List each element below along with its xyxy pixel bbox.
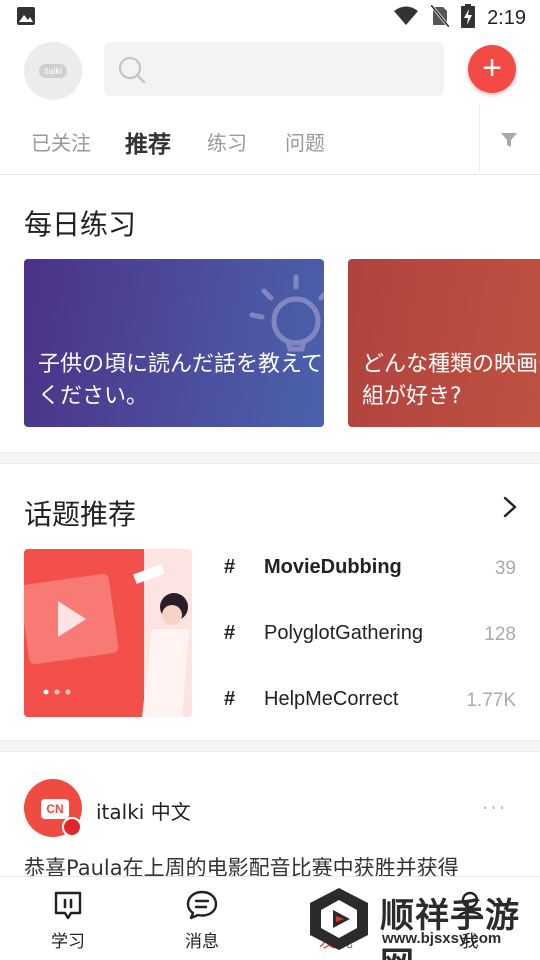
topic-item[interactable]: # HelpMeCorrect 1.77K bbox=[224, 688, 524, 718]
practice-card-text: 子供の頃に読んだ話を教えてください。 bbox=[38, 352, 323, 409]
nav-label: 学习 bbox=[51, 932, 85, 952]
profile-avatar[interactable]: italki bbox=[24, 42, 82, 100]
tab-following[interactable]: 已关注 bbox=[31, 127, 91, 156]
no-sim-icon bbox=[429, 4, 451, 31]
topic-banner-image[interactable] bbox=[24, 549, 192, 717]
tab-recommended[interactable]: 推荐 bbox=[125, 125, 171, 159]
tab-divider bbox=[479, 105, 480, 173]
chevron-right-icon[interactable] bbox=[502, 496, 518, 522]
topic-name: PolyglotGathering bbox=[264, 622, 423, 644]
wifi-icon bbox=[393, 6, 419, 30]
practice-card-text: どんな種類の映画やテレビ番組が好き? bbox=[362, 352, 540, 409]
cn-badge: CN bbox=[41, 799, 69, 819]
practice-card[interactable]: どんな種類の映画やテレビ番組が好き? bbox=[348, 259, 540, 427]
nav-messages[interactable]: 消息 bbox=[162, 889, 242, 952]
hashtag-icon: # bbox=[224, 688, 236, 710]
tab-questions[interactable]: 问题 bbox=[285, 127, 325, 156]
status-bar: 2:19 bbox=[0, 0, 540, 36]
message-icon bbox=[186, 890, 218, 920]
section-divider bbox=[0, 452, 540, 464]
hashtag-icon: # bbox=[224, 556, 236, 578]
practice-card[interactable]: 子供の頃に読んだ話を教えてください。 bbox=[24, 259, 324, 427]
section-divider bbox=[0, 740, 540, 752]
nav-learn[interactable]: 学习 bbox=[28, 889, 108, 952]
watermark-brand: 顺祥手游网 bbox=[380, 896, 520, 960]
watermark: 顺祥手游网 www.bjsxsy.com bbox=[304, 884, 540, 960]
post-text[interactable]: 恭喜Paula在上周的电影配音比赛中获胜并获得 bbox=[24, 852, 540, 878]
status-time: 2:19 bbox=[487, 6, 526, 29]
topic-name: MovieDubbing bbox=[264, 556, 402, 578]
more-options-icon[interactable]: ··· bbox=[482, 796, 507, 820]
italki-logo: italki bbox=[38, 64, 67, 78]
topic-item[interactable]: # PolyglotGathering 128 bbox=[224, 622, 524, 652]
topic-count: 39 bbox=[494, 558, 516, 579]
post-author-avatar[interactable]: CN bbox=[24, 779, 82, 837]
filter-icon[interactable] bbox=[500, 131, 518, 153]
battery-charging-icon bbox=[461, 4, 476, 32]
learn-icon bbox=[54, 891, 82, 920]
add-post-button[interactable]: + bbox=[468, 45, 516, 93]
nav-label: 消息 bbox=[185, 932, 219, 952]
topic-count: 1.77K bbox=[466, 690, 516, 711]
watermark-url: www.bjsxsy.com bbox=[382, 930, 502, 947]
china-flag-icon bbox=[62, 817, 82, 837]
search-bar[interactable] bbox=[104, 42, 444, 96]
topics-title: 话题推荐 bbox=[24, 498, 137, 531]
search-icon bbox=[118, 56, 146, 84]
topic-count: 128 bbox=[484, 624, 516, 645]
post-author-name[interactable]: italki 中文 bbox=[96, 796, 191, 825]
topic-name: HelpMeCorrect bbox=[264, 688, 399, 710]
topic-item[interactable]: # MovieDubbing 39 bbox=[224, 556, 524, 586]
hashtag-icon: # bbox=[224, 622, 236, 644]
daily-practice-title: 每日练习 bbox=[24, 208, 137, 241]
feed-tabs: 已关注 推荐 练习 问题 bbox=[0, 105, 540, 175]
tab-practice[interactable]: 练习 bbox=[207, 127, 247, 156]
watermark-logo bbox=[310, 888, 368, 950]
header: italki + bbox=[0, 40, 540, 100]
image-notification-icon bbox=[16, 6, 36, 30]
